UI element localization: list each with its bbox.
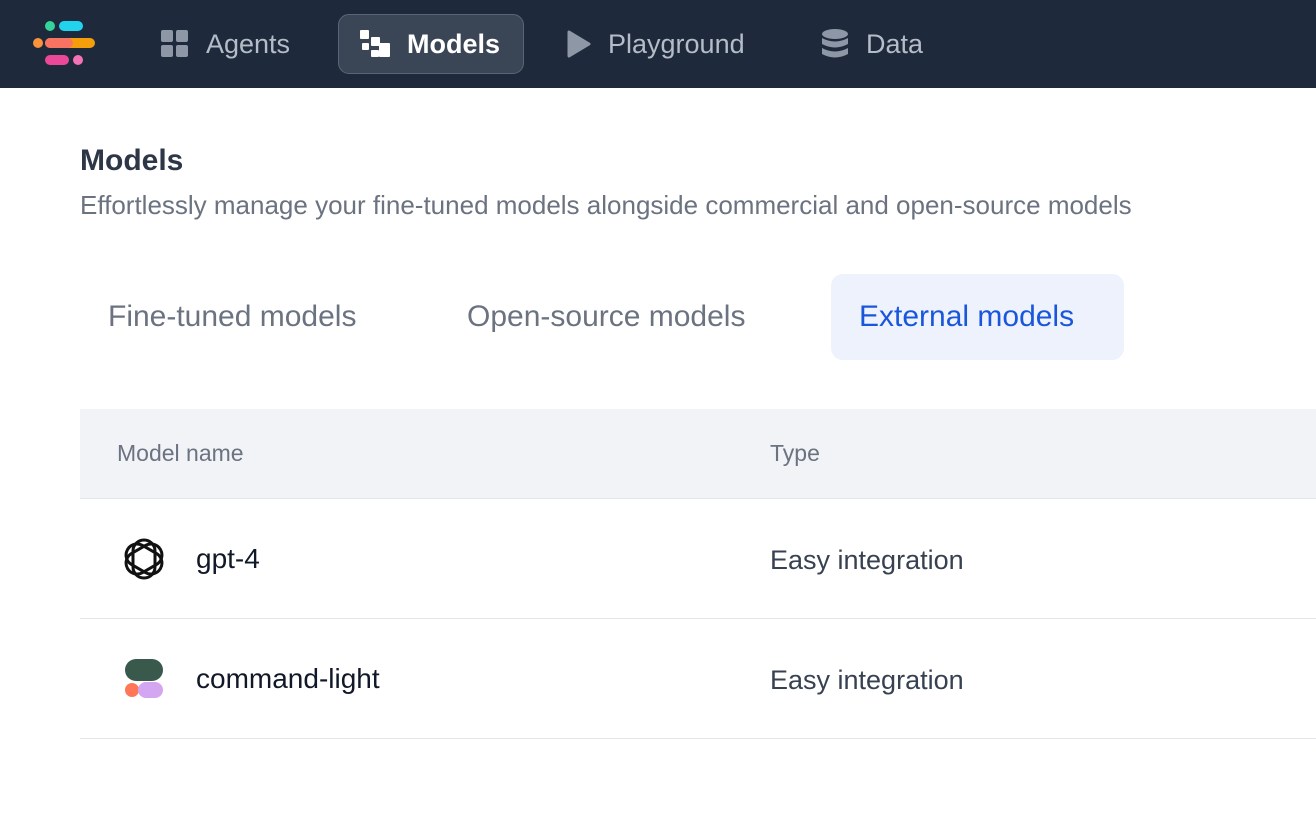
top-nav: Agents Models Playground Data: [0, 0, 1316, 88]
table-row[interactable]: command-light Easy integration: [80, 619, 1316, 739]
table-header: Model name Type: [80, 409, 1316, 499]
table-row[interactable]: gpt-4 Easy integration: [80, 499, 1316, 619]
nav-agents[interactable]: Agents: [150, 14, 300, 74]
column-header-model-name: Model name: [117, 440, 244, 466]
model-type: Easy integration: [770, 545, 964, 575]
page-subtitle: Effortlessly manage your fine-tuned mode…: [80, 190, 1132, 220]
model-name: command-light: [196, 663, 380, 694]
models-icon: [359, 29, 391, 59]
nav-models-label: Models: [407, 28, 501, 59]
column-header-type: Type: [770, 440, 820, 466]
database-icon: [820, 28, 850, 60]
nav-playground[interactable]: Playground: [556, 14, 755, 74]
tab-external-models[interactable]: External models: [831, 274, 1124, 360]
tab-open-source-models[interactable]: Open-source models: [467, 274, 745, 360]
cohere-logo-icon: [125, 659, 163, 698]
model-name: gpt-4: [196, 543, 260, 574]
play-icon: [566, 29, 592, 59]
page-title: Models: [80, 144, 184, 177]
openai-logo-icon: [124, 538, 164, 580]
model-type: Easy integration: [770, 665, 964, 695]
models-table: Model name Type gpt-4 Easy integration c…: [80, 409, 1316, 739]
tab-fine-tuned-models[interactable]: Fine-tuned models: [108, 274, 356, 360]
nav-playground-label: Playground: [608, 28, 745, 59]
nav-data-label: Data: [866, 28, 924, 59]
nav-models[interactable]: Models: [338, 14, 524, 74]
nav-agents-label: Agents: [206, 28, 291, 59]
grid-icon: [160, 29, 190, 59]
app-logo-icon[interactable]: [33, 20, 97, 68]
nav-data[interactable]: Data: [810, 14, 933, 74]
